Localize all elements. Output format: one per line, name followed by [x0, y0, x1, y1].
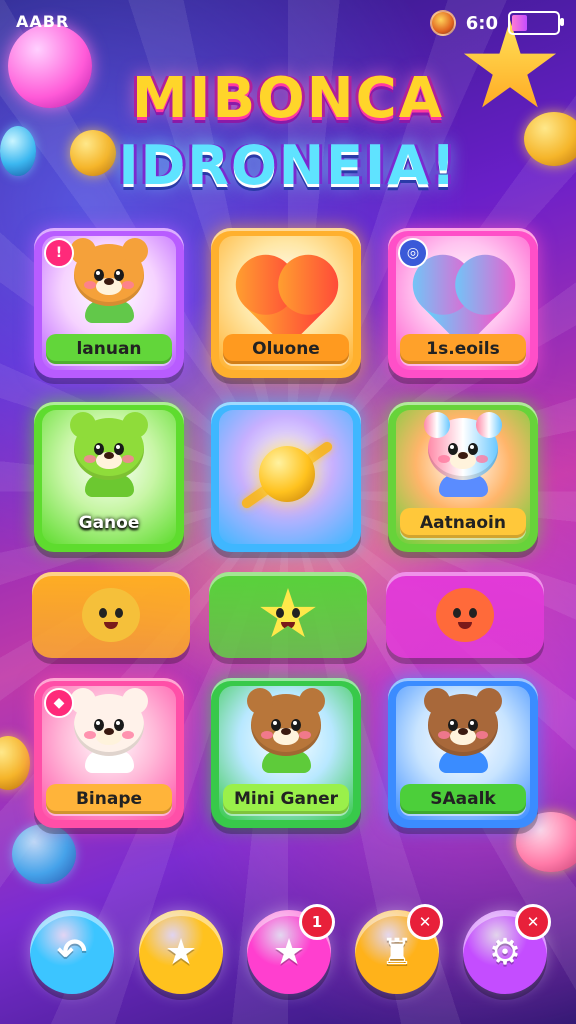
gold-key-icon	[211, 402, 361, 552]
nav-button-back-arrow-icon[interactable]: ↶	[30, 910, 114, 994]
game-tile-2[interactable]: Oluone	[211, 228, 361, 378]
tile-badge: ◆	[44, 688, 74, 718]
teal-coin-icon	[12, 824, 76, 884]
mode-button-2[interactable]	[209, 572, 367, 658]
game-title-line2: IDRONEIA!	[118, 134, 458, 197]
game-tile-5[interactable]	[211, 402, 361, 552]
notification-badge: ✕	[407, 904, 443, 940]
game-tile-8[interactable]: Mini Ganer	[211, 678, 361, 828]
game-title-line1: MIBONCA	[131, 66, 445, 131]
gold-coin-icon	[0, 736, 30, 790]
tile-label: Aatnaoin	[400, 508, 526, 538]
nav-button-star-icon[interactable]: ★	[139, 910, 223, 994]
game-tile-9[interactable]: SAaalk	[388, 678, 538, 828]
game-tile-1[interactable]: ! lanuan	[34, 228, 184, 378]
tile-label: 1s.eoils	[400, 334, 526, 364]
battery-icon	[508, 11, 564, 35]
tile-label: Mini Ganer	[223, 784, 349, 814]
green-star-face-icon	[260, 588, 316, 638]
game-tile-4[interactable]: Ganoe	[34, 402, 184, 552]
nav-button-gear-icon[interactable]: ⚙ ✕	[463, 904, 551, 994]
game-tile-7[interactable]: ◆ Binape	[34, 678, 184, 828]
status-bar: AABR 6:0	[0, 6, 576, 36]
star-icon: ★	[272, 931, 306, 973]
tile-label: Binape	[46, 784, 172, 814]
status-time: 6:0	[465, 12, 498, 34]
notification-badge: 1	[299, 904, 335, 940]
globe-icon	[429, 10, 456, 36]
notification-badge: ✕	[515, 904, 551, 940]
bottom-nav: ↶ ★ ★ 1 ♜ ✕ ⚙ ✕	[0, 904, 576, 1002]
battery-fill	[512, 15, 527, 31]
mode-button-3[interactable]	[386, 572, 544, 658]
back-arrow-icon: ↶	[56, 931, 88, 973]
status-left-text: AABR	[16, 12, 70, 31]
nav-button-trophy-icon[interactable]: ♜ ✕	[355, 904, 443, 994]
tile-label: lanuan	[46, 334, 172, 364]
game-tile-3[interactable]: ◎ 1s.eoils	[388, 228, 538, 378]
pink-bear-face-icon	[436, 588, 494, 642]
trophy-icon: ♜	[380, 931, 414, 973]
mode-button-1[interactable]	[32, 572, 190, 658]
star-icon: ★	[164, 931, 198, 973]
gear-icon: ⚙	[488, 931, 522, 973]
tile-label: SAaalk	[400, 784, 526, 814]
nav-button-star-icon[interactable]: ★ 1	[247, 904, 335, 994]
tile-label: Oluone	[223, 334, 349, 364]
yellow-bear-face-icon	[82, 588, 140, 642]
tile-badge: !	[44, 238, 74, 268]
tile-label: Ganoe	[78, 513, 140, 533]
game-tile-6[interactable]: Aatnaoin	[388, 402, 538, 552]
tile-badge: ◎	[398, 238, 428, 268]
